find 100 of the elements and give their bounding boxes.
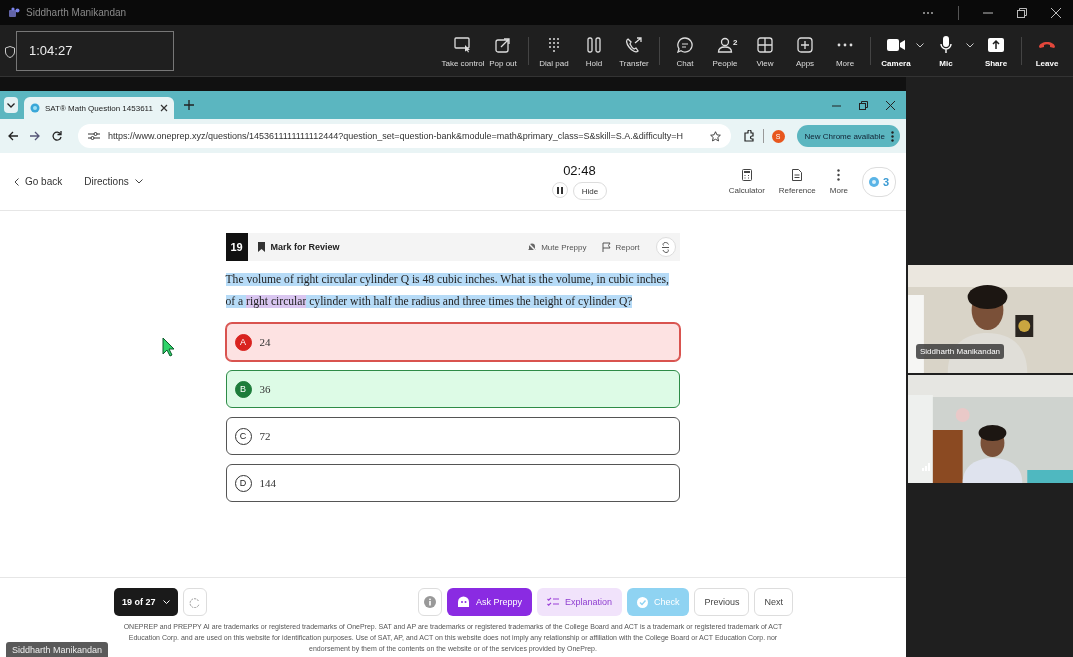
hang-up-icon	[1038, 40, 1056, 49]
tab-list-button[interactable]	[4, 97, 18, 113]
footer-button[interactable]: Ask Preppy	[446, 588, 532, 616]
mascot-icon	[456, 596, 470, 608]
update-button[interactable]: New Chrome available	[796, 125, 900, 147]
toolbar-button[interactable]: Share	[976, 33, 1016, 68]
tool-button[interactable]: More	[829, 168, 848, 195]
grid-view-icon	[757, 36, 773, 53]
strikethrough-button[interactable]	[655, 237, 676, 257]
coin-icon	[868, 176, 879, 187]
site-settings-icon[interactable]	[88, 131, 100, 141]
people-icon	[717, 36, 733, 53]
toolbar-button[interactable]: Camera	[876, 33, 916, 68]
dial-pad-icon	[547, 36, 561, 53]
tool-button[interactable]: Calculator	[728, 168, 765, 195]
footer-button[interactable]: Explanation	[536, 588, 622, 616]
toolbar-button[interactable]: 2 People	[705, 33, 745, 68]
menu-dots-icon	[891, 130, 894, 142]
close-icon[interactable]	[1051, 7, 1061, 18]
participant-name-label: Siddharth Manikandan	[916, 344, 1005, 359]
mouse-pointer-icon	[162, 337, 175, 357]
camera-icon	[887, 38, 905, 51]
pause-icon	[587, 36, 601, 53]
refresh-icon	[189, 596, 201, 608]
forward-arrow-icon[interactable]	[30, 131, 40, 141]
toolbar-button[interactable]: Leave	[1027, 33, 1067, 68]
window-title: Siddharth Manikandan	[26, 7, 127, 18]
tool-button[interactable]: Reference	[778, 168, 816, 195]
question-navigator-button[interactable]: 19 of 27	[114, 588, 178, 616]
more-options-icon[interactable]	[922, 10, 934, 15]
back-arrow-icon[interactable]	[8, 131, 18, 141]
add-app-icon	[797, 36, 813, 53]
question-number: 19	[225, 233, 248, 261]
toolbar-button[interactable]: Take control	[443, 33, 483, 68]
footer-button[interactable]: Next	[754, 588, 793, 616]
answer-choice[interactable]: C 72	[225, 417, 680, 455]
answer-choice[interactable]: A 24	[225, 323, 680, 361]
more-icon	[837, 42, 853, 47]
mute-button[interactable]: Mute Preppy	[527, 242, 587, 252]
toolbar-button[interactable]: Transfer	[614, 33, 654, 68]
chevron-down-icon	[7, 102, 15, 108]
choice-text: 36	[259, 383, 271, 395]
directions-dropdown[interactable]: Directions	[84, 176, 143, 187]
flag-icon	[602, 242, 612, 252]
mark-for-review-button[interactable]: Mark for Review	[257, 242, 340, 252]
toolbar-button[interactable]: Dial pad	[534, 33, 574, 68]
info-button[interactable]	[417, 588, 442, 616]
restore-icon[interactable]	[859, 100, 868, 110]
shield-icon	[5, 45, 15, 58]
choice-text: 72	[259, 430, 271, 442]
presenter-name-label: Siddharth Manikandan	[6, 642, 109, 657]
caret-icon[interactable]	[916, 43, 924, 48]
chevron-down-icon	[162, 600, 170, 604]
answer-choice[interactable]: D 144	[225, 464, 680, 502]
choice-text: 144	[259, 477, 276, 489]
toolbar-button[interactable]: Apps	[785, 33, 825, 68]
choice-text: 24	[259, 336, 271, 348]
toolbar-button[interactable]: Pop out	[483, 33, 523, 68]
address-field[interactable]: https://www.oneprep.xyz/questions/1453611111111112444?question_set=question-bank&module=math&primary_class=S&skill=S.A.&difficulty=H	[78, 124, 731, 148]
toolbar-button[interactable]: Hold	[574, 33, 614, 68]
pause-icon	[556, 186, 563, 194]
answer-choice[interactable]: B 36	[225, 370, 680, 408]
check-circle-icon	[636, 596, 648, 608]
report-button[interactable]: Report	[602, 242, 640, 252]
toolbar-button[interactable]: Chat	[665, 33, 705, 68]
chevron-down-icon	[134, 179, 143, 184]
checklist-icon	[546, 597, 559, 607]
close-icon[interactable]	[886, 100, 895, 110]
calculator-icon	[741, 168, 752, 181]
footer-button[interactable]: Previous	[694, 588, 750, 616]
bookmark-star-icon[interactable]	[709, 130, 721, 142]
globe-icon	[30, 103, 40, 113]
info-icon	[423, 596, 436, 608]
screen-cursor-icon	[454, 36, 472, 53]
toolbar-button[interactable]: More	[825, 33, 865, 68]
reload-icon[interactable]	[52, 131, 62, 141]
pop-out-icon	[495, 36, 511, 53]
choice-letter: B	[234, 380, 252, 398]
chat-icon	[677, 36, 693, 53]
restore-icon[interactable]	[1017, 7, 1027, 18]
microphone-icon	[940, 36, 952, 53]
strikethrough-icon	[661, 241, 670, 253]
extensions-icon[interactable]	[742, 130, 755, 142]
share-screen-icon	[988, 37, 1004, 52]
document-icon	[792, 168, 803, 181]
hide-button[interactable]: Hide	[572, 182, 608, 200]
new-tab-icon[interactable]	[184, 100, 194, 110]
toolbar-button[interactable]: View	[745, 33, 785, 68]
countdown-timer: 02:48	[563, 163, 596, 178]
call-duration: 1:04:27	[29, 43, 73, 58]
go-back-link[interactable]: Go back	[14, 176, 63, 187]
bookmark-icon	[257, 242, 265, 252]
caret-icon[interactable]	[966, 43, 974, 48]
pause-button[interactable]	[551, 182, 568, 198]
chevron-left-icon	[14, 177, 19, 186]
close-icon[interactable]	[160, 104, 168, 112]
question-text: The volume of right circular cylinder Q is 48 cubic inches. What is the volume, in cubic inches, of a right circular cylinder with half the radius and three times the height of cylinder Q?	[225, 272, 670, 310]
browser-tab[interactable]: SAT® Math Question 1453611	[24, 97, 174, 119]
more-icon	[837, 168, 841, 181]
toolbar-button[interactable]: Mic	[926, 33, 966, 68]
